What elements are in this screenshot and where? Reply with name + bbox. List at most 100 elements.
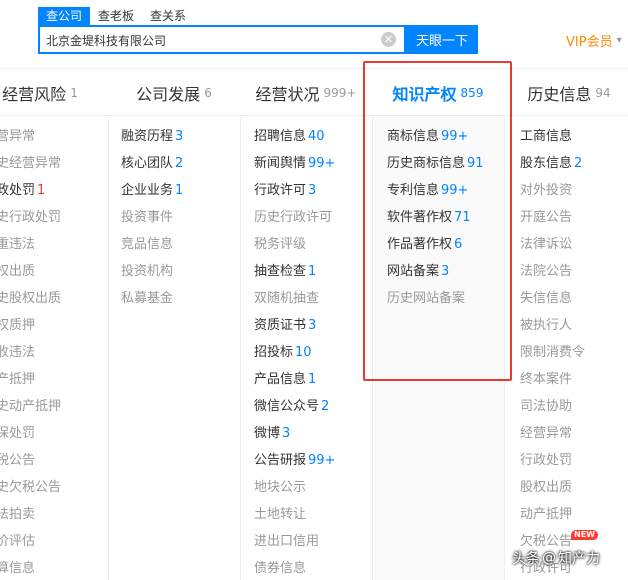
tab-boss[interactable]: 查老板 <box>90 7 142 25</box>
list-item[interactable]: 投资机构 <box>121 263 173 281</box>
list-item[interactable]: 债券信息 <box>254 560 306 578</box>
list-item[interactable]: 史欠税公告 <box>0 479 61 497</box>
list-item[interactable]: 收违法 <box>0 344 35 362</box>
list-item[interactable]: 史股权出质 <box>0 290 61 308</box>
list-item[interactable]: 政处罚 1 <box>0 182 45 200</box>
item-label: 抽查检查 <box>254 264 307 279</box>
item-label: 对外投资 <box>520 183 573 198</box>
item-label: 史行政处罚 <box>0 210 62 225</box>
list-item[interactable]: 开庭公告 <box>520 209 572 227</box>
item-count: 2 <box>321 399 330 414</box>
list-item[interactable]: 微信公众号 2 <box>254 398 329 416</box>
list-item[interactable]: 软件著作权 71 <box>387 209 471 227</box>
list-item[interactable]: 招投标 10 <box>254 344 312 362</box>
list-item[interactable]: 公告研报 99+ <box>254 452 335 470</box>
list-item[interactable]: 权质押 <box>0 317 35 335</box>
tab-label: 知识产权 <box>392 85 457 104</box>
list-item[interactable]: 对外投资 <box>520 182 572 200</box>
list-item[interactable]: 进出口信用 <box>254 533 319 551</box>
tab-company[interactable]: 查公司 <box>38 7 91 25</box>
list-item[interactable]: 史行政处罚 <box>0 209 61 227</box>
list-item[interactable]: 历史行政许可 <box>254 209 332 227</box>
item-label: 债券信息 <box>254 561 307 576</box>
list-item[interactable]: 税务评级 <box>254 236 306 254</box>
list-item[interactable]: 动产抵押 <box>520 506 572 524</box>
list-item[interactable]: 产品信息 1 <box>254 371 316 389</box>
tab-count: 999+ <box>323 86 357 100</box>
list-item[interactable]: 法院公告 <box>520 263 572 281</box>
list-item[interactable]: 竞品信息 <box>121 236 173 254</box>
tab-history-info[interactable]: 历史信息 94 <box>504 69 628 117</box>
item-label: 招聘信息 <box>254 129 307 144</box>
column-history-info: 工商信息股东信息 2 对外投资开庭公告法律诉讼法院公告失信信息被执行人限制消费令终本… <box>504 117 628 580</box>
tab-business-status[interactable]: 经营状况 999+ <box>240 69 372 117</box>
list-item[interactable]: 司法协助 <box>520 398 572 416</box>
list-item[interactable]: 营异常 <box>0 128 35 146</box>
list-item[interactable]: 投资事件 <box>121 209 173 227</box>
list-item[interactable]: 双随机抽查 <box>254 290 319 308</box>
list-item[interactable]: 资质证书 3 <box>254 317 316 335</box>
watermark: 头条 @ 知产力 <box>512 548 600 568</box>
list-item[interactable]: 法拍卖 <box>0 506 35 524</box>
list-item[interactable]: 抽查检查 1 <box>254 263 316 281</box>
list-item[interactable]: 权出质 <box>0 263 35 281</box>
list-item[interactable]: 历史商标信息 91 <box>387 155 484 173</box>
item-label: 失信信息 <box>520 291 573 306</box>
list-item[interactable]: 失信信息 <box>520 290 572 308</box>
list-item[interactable]: 税公告 <box>0 452 35 470</box>
item-count: 99+ <box>441 129 469 144</box>
list-item[interactable]: 股东信息 2 <box>520 155 582 173</box>
list-item[interactable]: 地块公示 <box>254 479 306 497</box>
list-item[interactable]: 限制消费令 <box>520 344 585 362</box>
item-label: 投资事件 <box>121 210 174 225</box>
list-item[interactable]: 法律诉讼 <box>520 236 572 254</box>
list-item[interactable]: 作品著作权 6 <box>387 236 462 254</box>
list-item[interactable]: 产抵押 <box>0 371 35 389</box>
list-item[interactable]: 核心团队 2 <box>121 155 183 173</box>
item-label: 融资历程 <box>121 129 174 144</box>
item-label: 价评估 <box>0 534 36 549</box>
list-item[interactable]: 重违法 <box>0 236 35 254</box>
tab-business-risk[interactable]: 经营风险 1 <box>0 69 88 117</box>
list-item[interactable]: 商标信息 99+ <box>387 128 468 146</box>
list-item[interactable]: 专利信息 99+ <box>387 182 468 200</box>
list-item[interactable]: 保处罚 <box>0 425 35 443</box>
list-item[interactable]: 微博 3 <box>254 425 290 443</box>
list-item[interactable]: 史动产抵押 <box>0 398 61 416</box>
list-item[interactable]: 网站备案 3 <box>387 263 449 281</box>
list-item[interactable]: 价评估 <box>0 533 35 551</box>
list-item[interactable]: 行政许可 3 <box>254 182 316 200</box>
item-label: 网站备案 <box>387 264 440 279</box>
list-item[interactable]: 工商信息 <box>520 128 572 146</box>
list-item[interactable]: 招聘信息 40 <box>254 128 325 146</box>
tab-label: 经营状况 <box>255 85 320 104</box>
tab-intellectual-property[interactable]: 知识产权 859 <box>372 69 504 117</box>
tab-relation[interactable]: 查关系 <box>142 7 194 25</box>
tab-count: 1 <box>70 86 78 100</box>
list-item[interactable]: 土地转让 <box>254 506 306 524</box>
list-item[interactable]: 史经营异常 <box>0 155 61 173</box>
search-input[interactable] <box>46 31 376 49</box>
vip-menu[interactable]: VIP会员 ▾ <box>566 31 622 50</box>
list-item[interactable]: 被执行人 <box>520 317 572 335</box>
item-label: 收违法 <box>0 345 36 360</box>
list-item[interactable]: 算信息 <box>0 560 35 578</box>
list-item[interactable]: 私募基金 <box>121 290 173 308</box>
list-item[interactable]: 融资历程 3 <box>121 128 183 146</box>
list-item[interactable]: 历史网站备案 <box>387 290 465 308</box>
list-item[interactable]: 行政处罚 <box>520 452 572 470</box>
list-item[interactable]: 终本案件 <box>520 371 572 389</box>
item-label: 动产抵押 <box>520 507 573 522</box>
list-item[interactable]: 股权出质 <box>520 479 572 497</box>
search-button[interactable]: 天眼一下 <box>406 25 478 54</box>
list-item[interactable]: 新闻舆情 99+ <box>254 155 335 173</box>
column-intellectual-property: 商标信息 99+ 历史商标信息 91 专利信息 99+ 软件著作权 71 作品著作权 6 网站备案 3… <box>372 117 504 580</box>
list-item[interactable]: 经营异常 <box>520 425 572 443</box>
tab-company-development[interactable]: 公司发展 6 <box>108 69 240 117</box>
item-label: 欠税公告 <box>520 534 573 549</box>
list-item[interactable]: 企业业务 1 <box>121 182 183 200</box>
item-label: 史动产抵押 <box>0 399 62 414</box>
close-icon[interactable]: ✕ <box>381 32 396 47</box>
item-label: 地块公示 <box>254 480 307 495</box>
item-label: 税公告 <box>0 453 36 468</box>
